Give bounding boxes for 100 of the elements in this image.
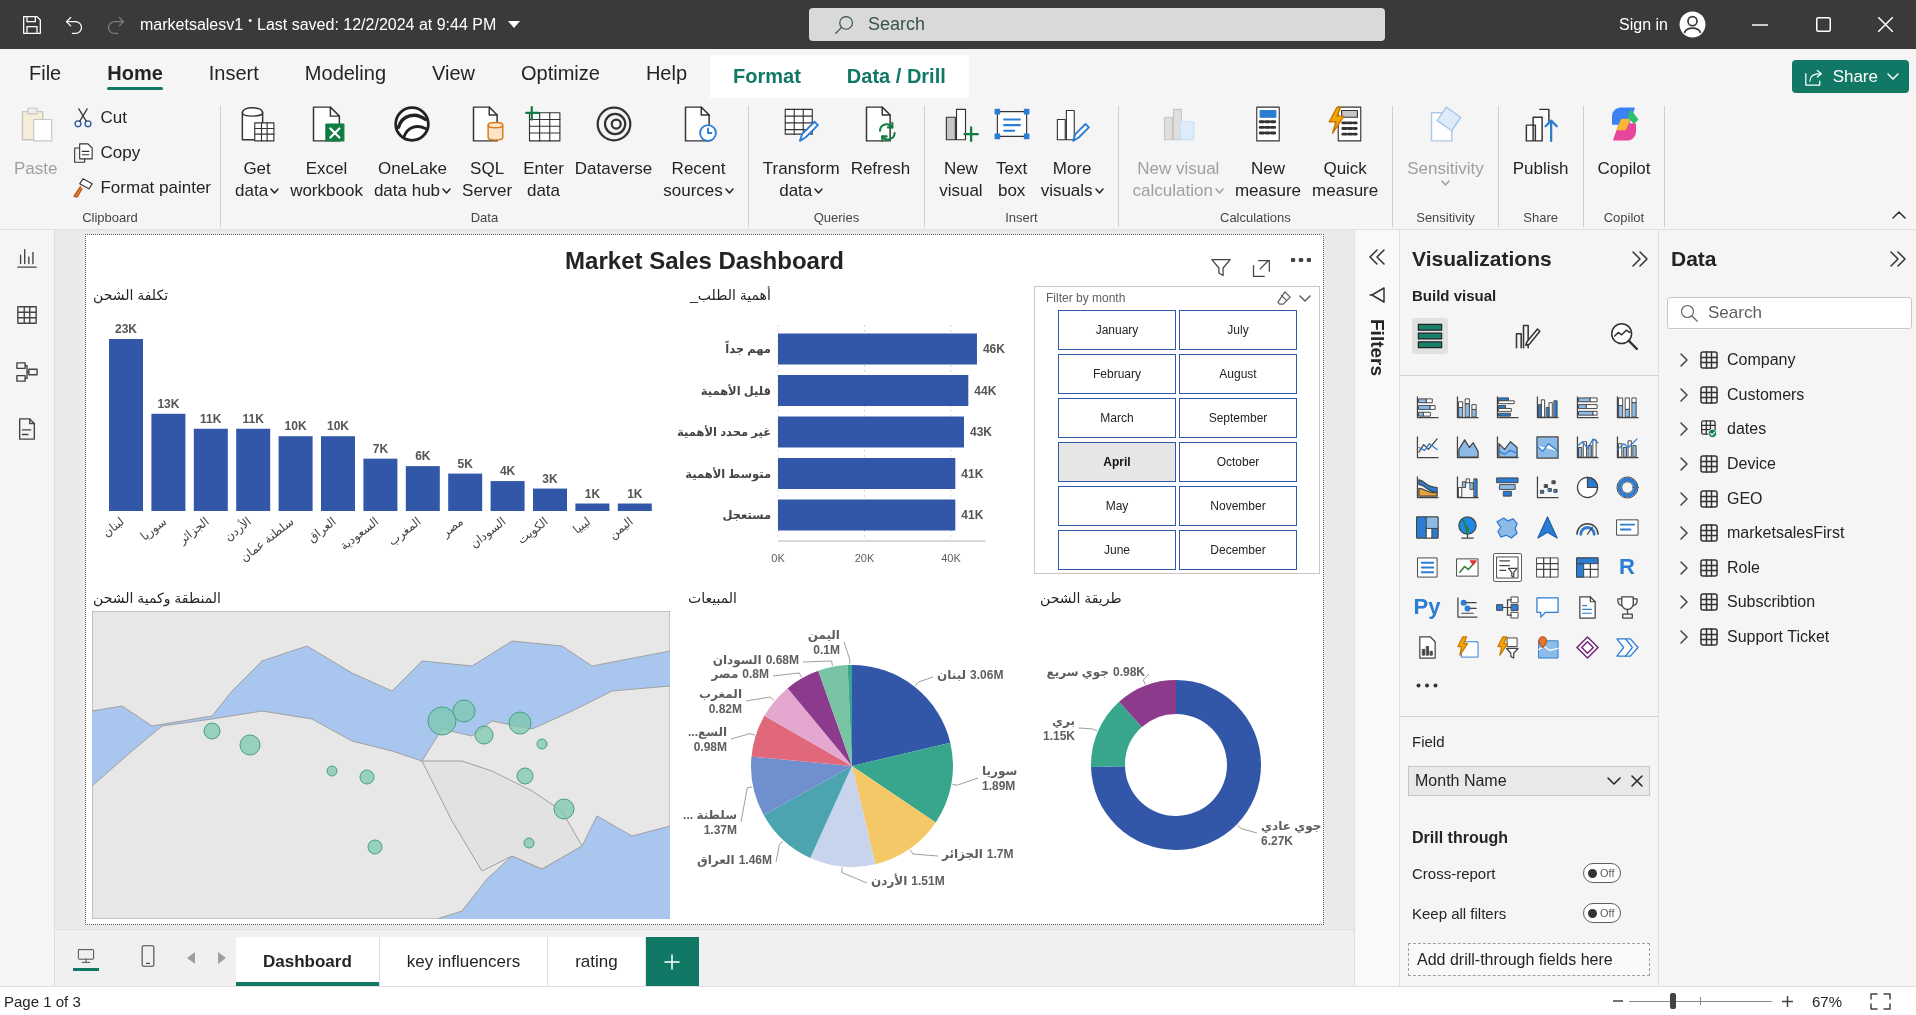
chevron-right-icon[interactable] — [1680, 422, 1688, 437]
slicer-item[interactable]: April — [1058, 442, 1176, 482]
drop-zone[interactable]: Add drill-through fields here — [1408, 943, 1650, 976]
sign-in-link[interactable]: Sign in — [1619, 15, 1668, 34]
table-name[interactable]: GEO — [1727, 489, 1763, 508]
search-field[interactable]: Search — [1667, 297, 1912, 329]
ribbon-button[interactable]: Copy — [73, 138, 212, 168]
python-script-icon[interactable]: Py — [1410, 593, 1444, 621]
ribbon-button[interactable]: OneLake data hub — [368, 106, 457, 202]
slicer-item[interactable]: October — [1179, 442, 1297, 482]
ribbon-button[interactable]: Transform data — [757, 106, 845, 202]
ribbon-button[interactable]: Recent sources — [658, 106, 739, 202]
slicer-item[interactable]: February — [1058, 354, 1176, 394]
field-well[interactable]: Month Name — [1408, 766, 1650, 796]
table-name[interactable]: Company — [1727, 351, 1796, 370]
chevron-right-icon[interactable] — [1680, 491, 1688, 506]
close-icon[interactable] — [1631, 775, 1643, 787]
menu-tab[interactable]: Format — [710, 55, 824, 98]
menu-tab[interactable]: Help — [622, 49, 711, 98]
ribbon-button[interactable]: Get data — [230, 106, 285, 202]
slicer-icon[interactable] — [1492, 552, 1522, 582]
slicer-item[interactable]: March — [1058, 398, 1176, 438]
ribbon-button[interactable]: Publish — [1507, 106, 1574, 180]
slicer-item[interactable]: July — [1179, 310, 1297, 350]
page-tab[interactable]: key influencers — [379, 937, 549, 986]
slicer-item[interactable]: September — [1179, 398, 1297, 438]
chevron-right-icon[interactable] — [1680, 630, 1688, 645]
slicer-item[interactable]: August — [1179, 354, 1297, 394]
page-tab[interactable]: Dashboard — [236, 937, 380, 986]
chevron-right-icon[interactable] — [1680, 560, 1688, 575]
chevron-right-icon[interactable] — [1680, 387, 1688, 402]
ribbon-button[interactable]: Text box — [988, 106, 1035, 202]
menu-tab[interactable]: File — [6, 49, 85, 98]
search-field[interactable]: Search — [809, 8, 1385, 41]
undo-icon[interactable] — [64, 14, 84, 35]
fit-to-page-icon[interactable] — [1870, 992, 1891, 1010]
ribbon-button[interactable]: Copilot — [1592, 106, 1656, 180]
more-icon[interactable] — [1416, 683, 1438, 688]
table-view-icon[interactable] — [16, 304, 38, 326]
slicer-item[interactable]: November — [1179, 486, 1297, 526]
save-icon[interactable] — [22, 14, 42, 35]
filter-icon[interactable] — [1369, 287, 1385, 303]
slicer-item[interactable]: December — [1179, 530, 1297, 570]
eraser-icon[interactable] — [1277, 291, 1291, 305]
ribbon-button[interactable]: New visual — [934, 106, 988, 202]
chevron-down-icon[interactable] — [1607, 777, 1621, 785]
ribbon-button[interactable]: More visuals — [1035, 106, 1109, 202]
slicer-item[interactable]: June — [1058, 530, 1176, 570]
focus-mode-icon[interactable] — [1251, 258, 1271, 278]
ribbon-button[interactable]: Dataverse — [569, 106, 658, 180]
slicer-item[interactable]: January — [1058, 310, 1176, 350]
ribbon-button[interactable]: Quick measure — [1307, 106, 1384, 202]
ribbon-button[interactable]: Enter data — [518, 106, 569, 202]
chevron-down-icon[interactable] — [1299, 294, 1311, 302]
table-name[interactable]: Device — [1727, 455, 1776, 474]
ribbon-button[interactable]: Format painter — [73, 173, 212, 203]
filters-pane-label[interactable]: Filters — [1366, 319, 1388, 377]
chevron-right-icon[interactable] — [1680, 353, 1688, 368]
model-view-icon[interactable] — [16, 361, 38, 383]
double-chevron-left-icon[interactable] — [1369, 249, 1385, 265]
zoom-in-icon[interactable] — [1781, 995, 1793, 1007]
bars-icon[interactable] — [1412, 318, 1448, 354]
table-name[interactable]: marketsalesFirst — [1727, 524, 1845, 543]
avatar-icon[interactable] — [1679, 11, 1706, 38]
ribbon-button[interactable]: SQL Server — [457, 106, 518, 202]
menu-tab[interactable]: Optimize — [498, 49, 623, 98]
slicer-item[interactable]: May — [1058, 486, 1176, 526]
double-chevron-right-icon[interactable] — [1632, 251, 1648, 267]
double-chevron-right-icon[interactable] — [1890, 251, 1906, 267]
maximize-icon[interactable] — [1816, 17, 1831, 32]
chevron-right-icon[interactable] — [1680, 457, 1688, 472]
table-name[interactable]: Role — [1727, 558, 1760, 577]
ribbon-button[interactable]: Refresh — [845, 106, 916, 180]
ribbon-button[interactable]: Cut — [73, 103, 212, 133]
menu-tab[interactable]: Home — [84, 49, 186, 98]
ribbon-button[interactable]: Excel workbook — [285, 106, 368, 202]
chevron-up-icon[interactable] — [1892, 211, 1906, 219]
menu-tab[interactable]: Insert — [185, 49, 282, 98]
filter-icon[interactable] — [1211, 258, 1231, 278]
caret-icon[interactable] — [508, 21, 521, 28]
more-options-icon[interactable] — [1291, 258, 1311, 262]
toggle-switch[interactable]: Off — [1583, 903, 1621, 923]
minimize-icon[interactable] — [1752, 23, 1768, 26]
table-name[interactable]: Customers — [1727, 385, 1805, 404]
menu-tab[interactable]: View — [409, 49, 498, 98]
table-name[interactable]: dates — [1727, 420, 1767, 439]
page-tab[interactable]: rating — [548, 937, 646, 986]
table-name[interactable]: Subscribtion — [1727, 593, 1816, 612]
add-page-button[interactable] — [645, 937, 699, 986]
desktop-icon[interactable] — [73, 949, 99, 971]
query-document-icon[interactable] — [16, 418, 38, 440]
toggle-switch[interactable]: Off — [1583, 863, 1621, 883]
menu-tab[interactable]: Modeling — [281, 49, 409, 98]
chevron-right-icon[interactable] — [1680, 526, 1688, 541]
zoom-slider-thumb[interactable] — [1670, 993, 1677, 1009]
report-view-icon[interactable] — [16, 247, 38, 269]
ribbon-button[interactable]: New measure — [1229, 106, 1307, 202]
table-name[interactable]: Support Ticket — [1727, 628, 1830, 647]
menu-tab[interactable]: Data / Drill — [823, 55, 969, 98]
share-button[interactable]: Share — [1791, 60, 1909, 93]
